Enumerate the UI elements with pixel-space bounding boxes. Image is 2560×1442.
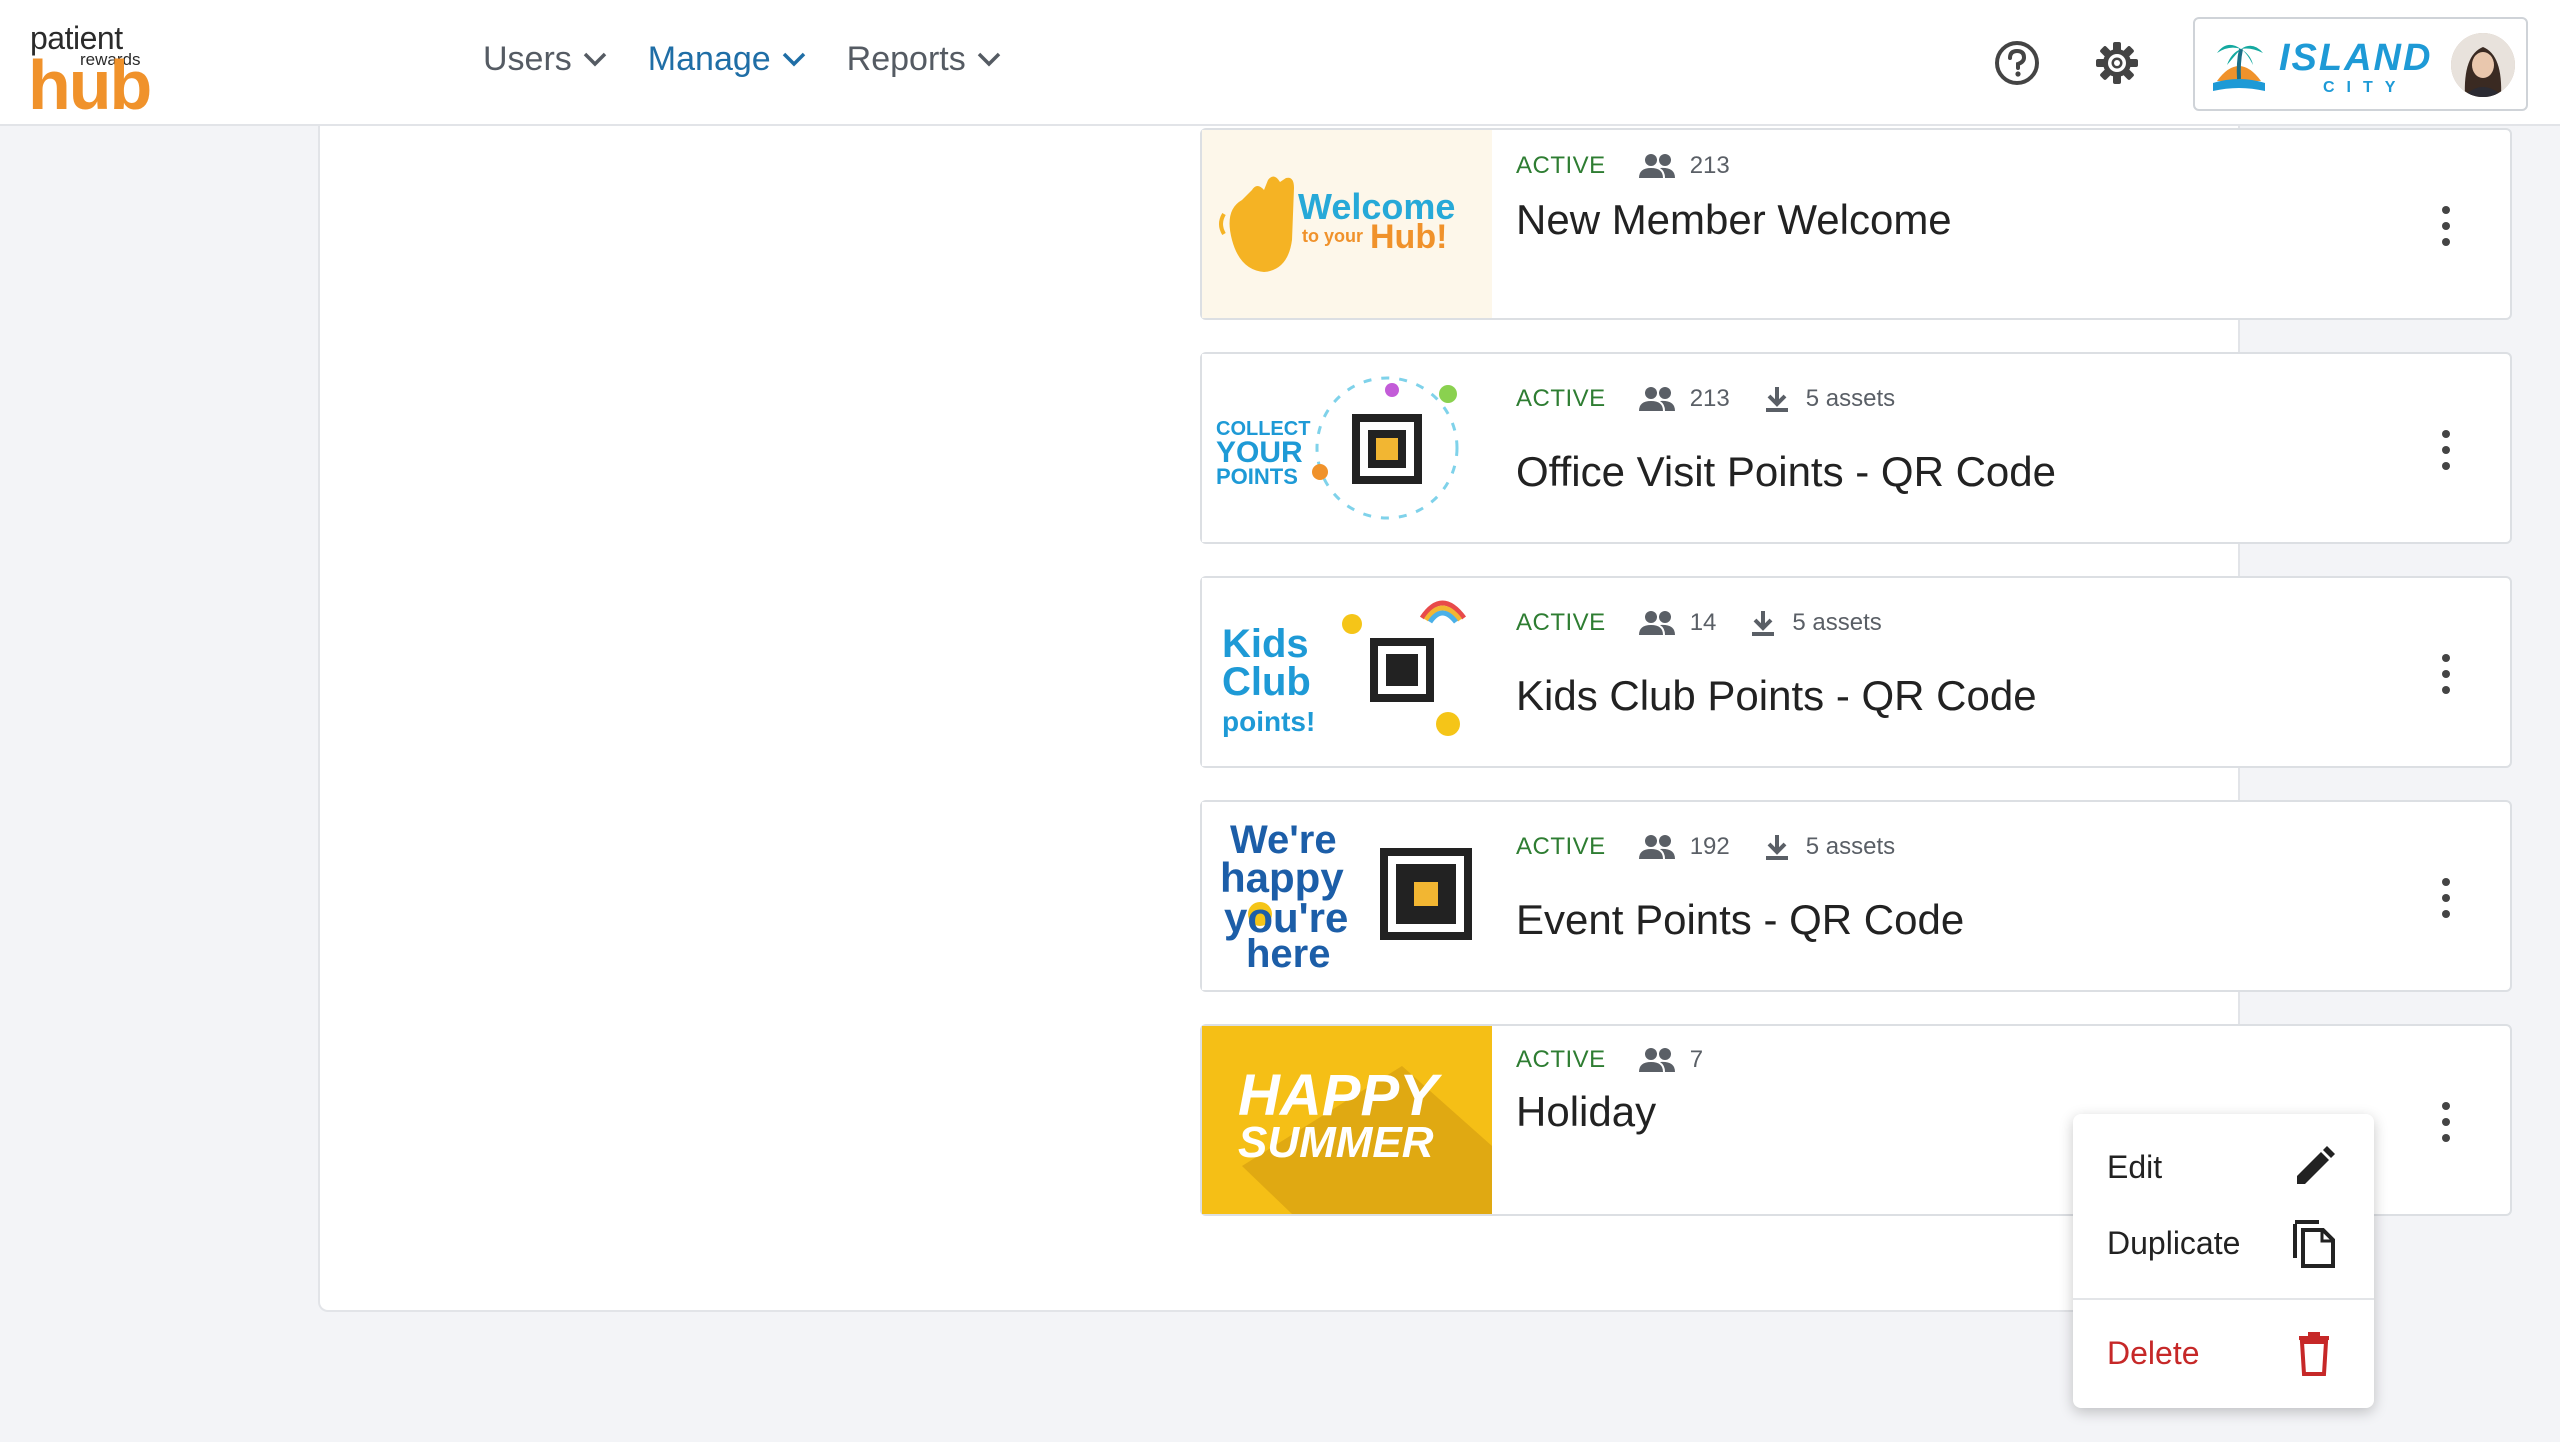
thumb-text-points: points!: [1222, 706, 1316, 737]
campaign-title: New Member Welcome: [1516, 196, 1952, 243]
campaign-title: Event Points - QR Code: [1516, 896, 1965, 943]
people-icon: [1638, 611, 1675, 635]
practice-name: ISLAND: [2279, 37, 2433, 79]
copy-icon: [2293, 1220, 2335, 1268]
people-icon: [1638, 154, 1675, 178]
status-badge: ACTIVE: [1516, 1046, 1606, 1073]
nav-users-label: Users: [483, 40, 572, 78]
main-nav: Users Manage Reports: [483, 40, 1042, 79]
thumb-text-to-your: to your: [1302, 226, 1363, 246]
thumb-text-here: here: [1246, 932, 1331, 976]
campaign-card[interactable]: Kids Club points! ACTIVE 14 5 assets Kid…: [1200, 576, 2512, 768]
campaign-card[interactable]: Welcome to your Hub! ACTIVE 213 New Memb…: [1200, 128, 2512, 320]
campaign-title: Office Visit Points - QR Code: [1516, 448, 2056, 495]
menu-divider: [2073, 1298, 2374, 1300]
campaign-thumbnail: Welcome to your Hub!: [1202, 130, 1492, 318]
menu-item-delete-label: Delete: [2107, 1334, 2200, 1371]
menu-item-duplicate[interactable]: Duplicate: [2073, 1208, 2374, 1278]
campaign-card[interactable]: We're happy you're here ACTIVE 192 5 ass…: [1200, 800, 2512, 992]
campaign-thumbnail: Kids Club points!: [1202, 578, 1492, 766]
member-count: 7: [1689, 1046, 1704, 1073]
chevron-down-icon: [977, 52, 1000, 66]
status-badge: ACTIVE: [1516, 385, 1606, 412]
chevron-down-icon: [782, 52, 805, 66]
menu-item-delete[interactable]: Delete: [2073, 1318, 2374, 1388]
campaign-meta: ACTIVE 213: [1516, 152, 1730, 180]
palm-island-icon: [2213, 44, 2265, 91]
asset-count: 5 assets: [1805, 385, 1896, 412]
people-icon: [1638, 1048, 1675, 1072]
menu-item-edit-label: Edit: [2107, 1148, 2163, 1185]
avatar[interactable]: [2451, 33, 2515, 97]
thumb-text-hub: Hub!: [1370, 218, 1448, 256]
campaign-thumbnail: HAPPY SUMMER: [1202, 1026, 1492, 1214]
status-badge: ACTIVE: [1516, 152, 1606, 179]
more-options-icon[interactable]: [2434, 426, 2458, 474]
download-icon: [1765, 835, 1788, 860]
asset-count: 5 assets: [1792, 609, 1882, 636]
more-options-icon[interactable]: [2434, 650, 2458, 698]
nav-manage-label: Manage: [647, 40, 771, 78]
nav-users[interactable]: Users: [483, 40, 608, 79]
status-badge: ACTIVE: [1516, 609, 1606, 636]
chevron-down-icon: [583, 52, 607, 66]
campaign-meta: ACTIVE 213 5 assets: [1516, 384, 1895, 414]
campaign-list-panel: Welcome to your Hub! ACTIVE 213 New Memb…: [318, 126, 2512, 1312]
people-icon: [1638, 835, 1675, 859]
logo-text-hub: hub: [28, 46, 152, 124]
campaign-meta: ACTIVE 192 5 assets: [1516, 832, 1895, 862]
member-count: 213: [1689, 152, 1730, 179]
more-options-icon[interactable]: [2434, 202, 2458, 250]
thumb-text-points: POINTS: [1216, 464, 1298, 489]
campaign-thumbnail: We're happy you're here: [1202, 802, 1492, 990]
campaign-card[interactable]: COLLECT YOUR POINTS ACTIVE 213 5 assets …: [1200, 352, 2512, 544]
member-count: 14: [1689, 609, 1717, 636]
thumb-text-club: Club: [1222, 660, 1311, 704]
patient-rewards-hub-logo[interactable]: patient rewards hub: [28, 20, 158, 120]
nav-manage[interactable]: Manage: [648, 40, 807, 79]
more-options-icon[interactable]: [2434, 1098, 2458, 1146]
practice-subtitle: CITY: [2323, 79, 2408, 96]
menu-item-edit[interactable]: Edit: [2073, 1132, 2374, 1202]
practice-switcher[interactable]: ISLAND CITY: [2193, 17, 2528, 111]
campaign-thumbnail: COLLECT YOUR POINTS: [1202, 354, 1492, 542]
thumb-text-summer: SUMMER: [1238, 1118, 1434, 1167]
download-icon: [1752, 611, 1775, 636]
campaign-context-menu: Edit Duplicate Delete: [2073, 1114, 2374, 1408]
people-icon: [1638, 387, 1675, 411]
status-badge: ACTIVE: [1516, 833, 1606, 860]
download-icon: [1765, 387, 1788, 412]
asset-count: 5 assets: [1805, 833, 1896, 860]
campaign-title: Holiday: [1516, 1088, 1657, 1135]
campaign-meta: ACTIVE 14 5 assets: [1516, 608, 1882, 638]
top-header: patient rewards hub Users Manage Reports: [0, 0, 2560, 126]
menu-item-duplicate-label: Duplicate: [2107, 1224, 2241, 1261]
member-count: 213: [1689, 385, 1730, 412]
nav-reports-label: Reports: [846, 40, 966, 78]
campaign-meta: ACTIVE 7: [1516, 1046, 1703, 1074]
nav-reports[interactable]: Reports: [847, 40, 1002, 79]
gear-icon[interactable]: [2092, 38, 2142, 88]
more-options-icon[interactable]: [2434, 874, 2458, 922]
pencil-icon: [2297, 1146, 2335, 1184]
campaign-title: Kids Club Points - QR Code: [1516, 672, 2037, 719]
member-count: 192: [1689, 833, 1730, 860]
trash-icon: [2299, 1332, 2329, 1376]
help-icon[interactable]: [1992, 38, 2042, 88]
